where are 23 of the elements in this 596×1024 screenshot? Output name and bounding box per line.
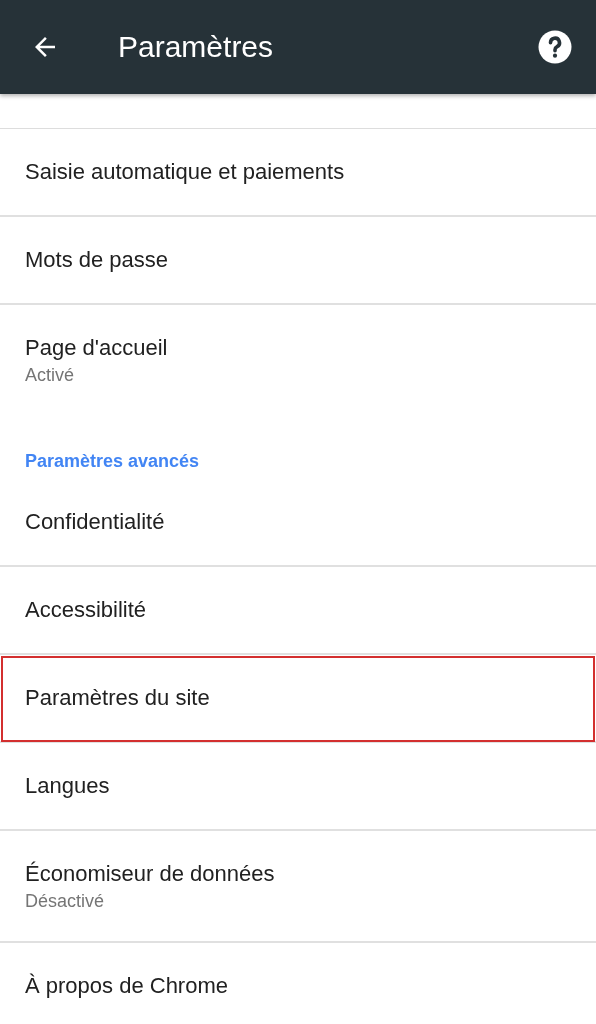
item-subtitle: Activé bbox=[25, 364, 76, 387]
item-title: Accessibilité bbox=[25, 596, 148, 624]
settings-item[interactable]: Accessibilité bbox=[0, 567, 596, 655]
item-title: Mots de passe bbox=[25, 246, 170, 274]
item-title: Paramètres du site bbox=[25, 684, 211, 712]
item-title: Page d'accueil bbox=[25, 334, 169, 362]
item-subtitle: Désactivé bbox=[25, 890, 106, 913]
toolbar-title: Paramètres bbox=[118, 30, 275, 64]
settings-item[interactable]: Mots de passe bbox=[0, 217, 596, 305]
item-title: Économiseur de données bbox=[25, 860, 276, 888]
settings-item[interactable]: Saisie automatique et paiements bbox=[0, 129, 596, 217]
item-title: Saisie automatique et paiements bbox=[25, 158, 346, 186]
section-header: Paramètres avancés bbox=[24, 450, 201, 473]
item-title: Langues bbox=[25, 772, 111, 800]
item-title: Confidentialité bbox=[25, 508, 166, 536]
settings-item[interactable]: Page d'accueil Activé bbox=[0, 305, 596, 415]
settings-item[interactable]: Langues bbox=[0, 743, 596, 831]
settings-item[interactable]: À propos de Chrome bbox=[0, 943, 596, 1024]
settings-item[interactable]: Paramètres du site bbox=[0, 655, 596, 743]
help-icon[interactable] bbox=[537, 29, 573, 65]
item-title: À propos de Chrome bbox=[25, 972, 229, 1000]
settings-item[interactable]: Économiseur de données Désactivé bbox=[0, 831, 596, 943]
settings-item[interactable]: Confidentialité bbox=[0, 479, 596, 567]
